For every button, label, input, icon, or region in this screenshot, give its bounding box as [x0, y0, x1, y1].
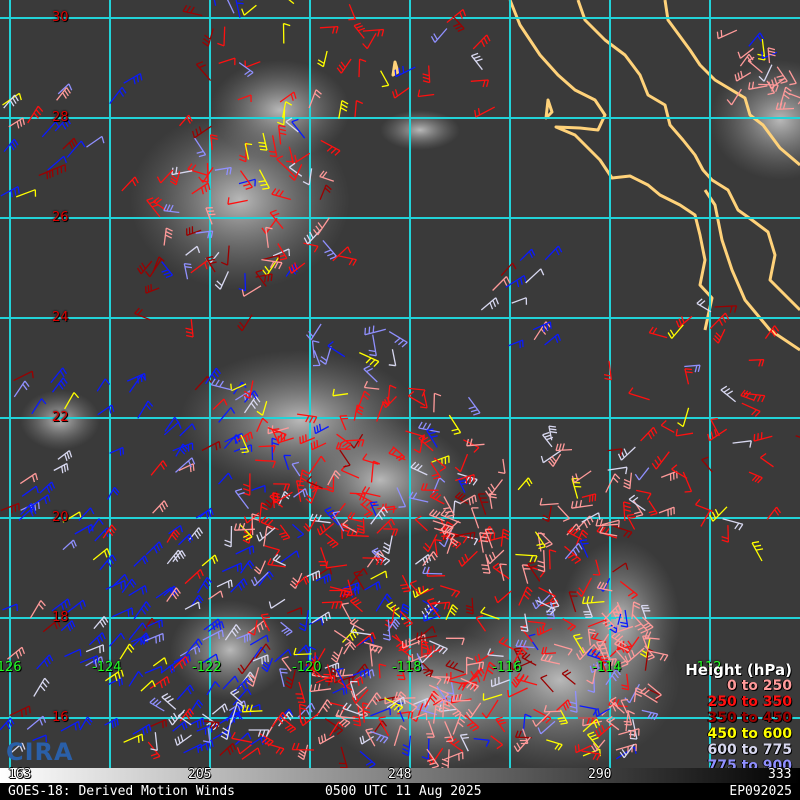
lon-label: -114 [592, 660, 622, 675]
legend-item: 450 to 600 [707, 726, 792, 742]
lat-label: 16 [52, 710, 69, 725]
lat-label: 18 [52, 610, 69, 625]
legend-item: 600 to 775 [707, 742, 792, 758]
cloud [170, 600, 290, 700]
lat-label: 28 [52, 110, 69, 125]
legend-title: Height (hPa) [685, 661, 792, 679]
footer-bar: GOES-18: Derived Motion Winds 0500 UTC 1… [0, 783, 800, 800]
lon-label: -120 [292, 660, 322, 675]
timestamp: 0500 UTC 11 Aug 2025 [325, 784, 482, 799]
lon-label: -116 [492, 660, 522, 675]
lon-label: -126 [0, 660, 22, 675]
legend-item: 250 to 350 [707, 694, 792, 710]
legend-item: 350 to 450 [707, 710, 792, 726]
colorbar-tick: 290 [588, 767, 612, 782]
cloud [380, 110, 460, 150]
cira-logo: CIRA [6, 738, 74, 766]
lon-label: -118 [392, 660, 422, 675]
colorbar-tick: 205 [188, 767, 212, 782]
colorbar: 163 205 248 290 333 [0, 767, 800, 783]
map-canvas [0, 0, 800, 768]
legend-item: 0 to 250 [726, 678, 792, 694]
lon-label: -122 [192, 660, 222, 675]
colorbar-tick: 163 [8, 767, 32, 782]
cloud [560, 540, 680, 700]
product-title: GOES-18: Derived Motion Winds [8, 784, 235, 799]
lat-label: 30 [52, 10, 69, 25]
lat-label: 26 [52, 210, 69, 225]
lat-label: 20 [52, 510, 69, 525]
lat-label: 22 [52, 410, 69, 425]
storm-id: EP092025 [729, 784, 792, 799]
colorbar-tick: 248 [388, 767, 412, 782]
lon-label: -124 [92, 660, 122, 675]
colorbar-tick: 333 [768, 767, 792, 782]
lat-label: 24 [52, 310, 69, 325]
satellite-wind-map: 30 28 26 24 22 20 18 16 -126 -124 -122 -120 -118 -11… [0, 0, 800, 800]
